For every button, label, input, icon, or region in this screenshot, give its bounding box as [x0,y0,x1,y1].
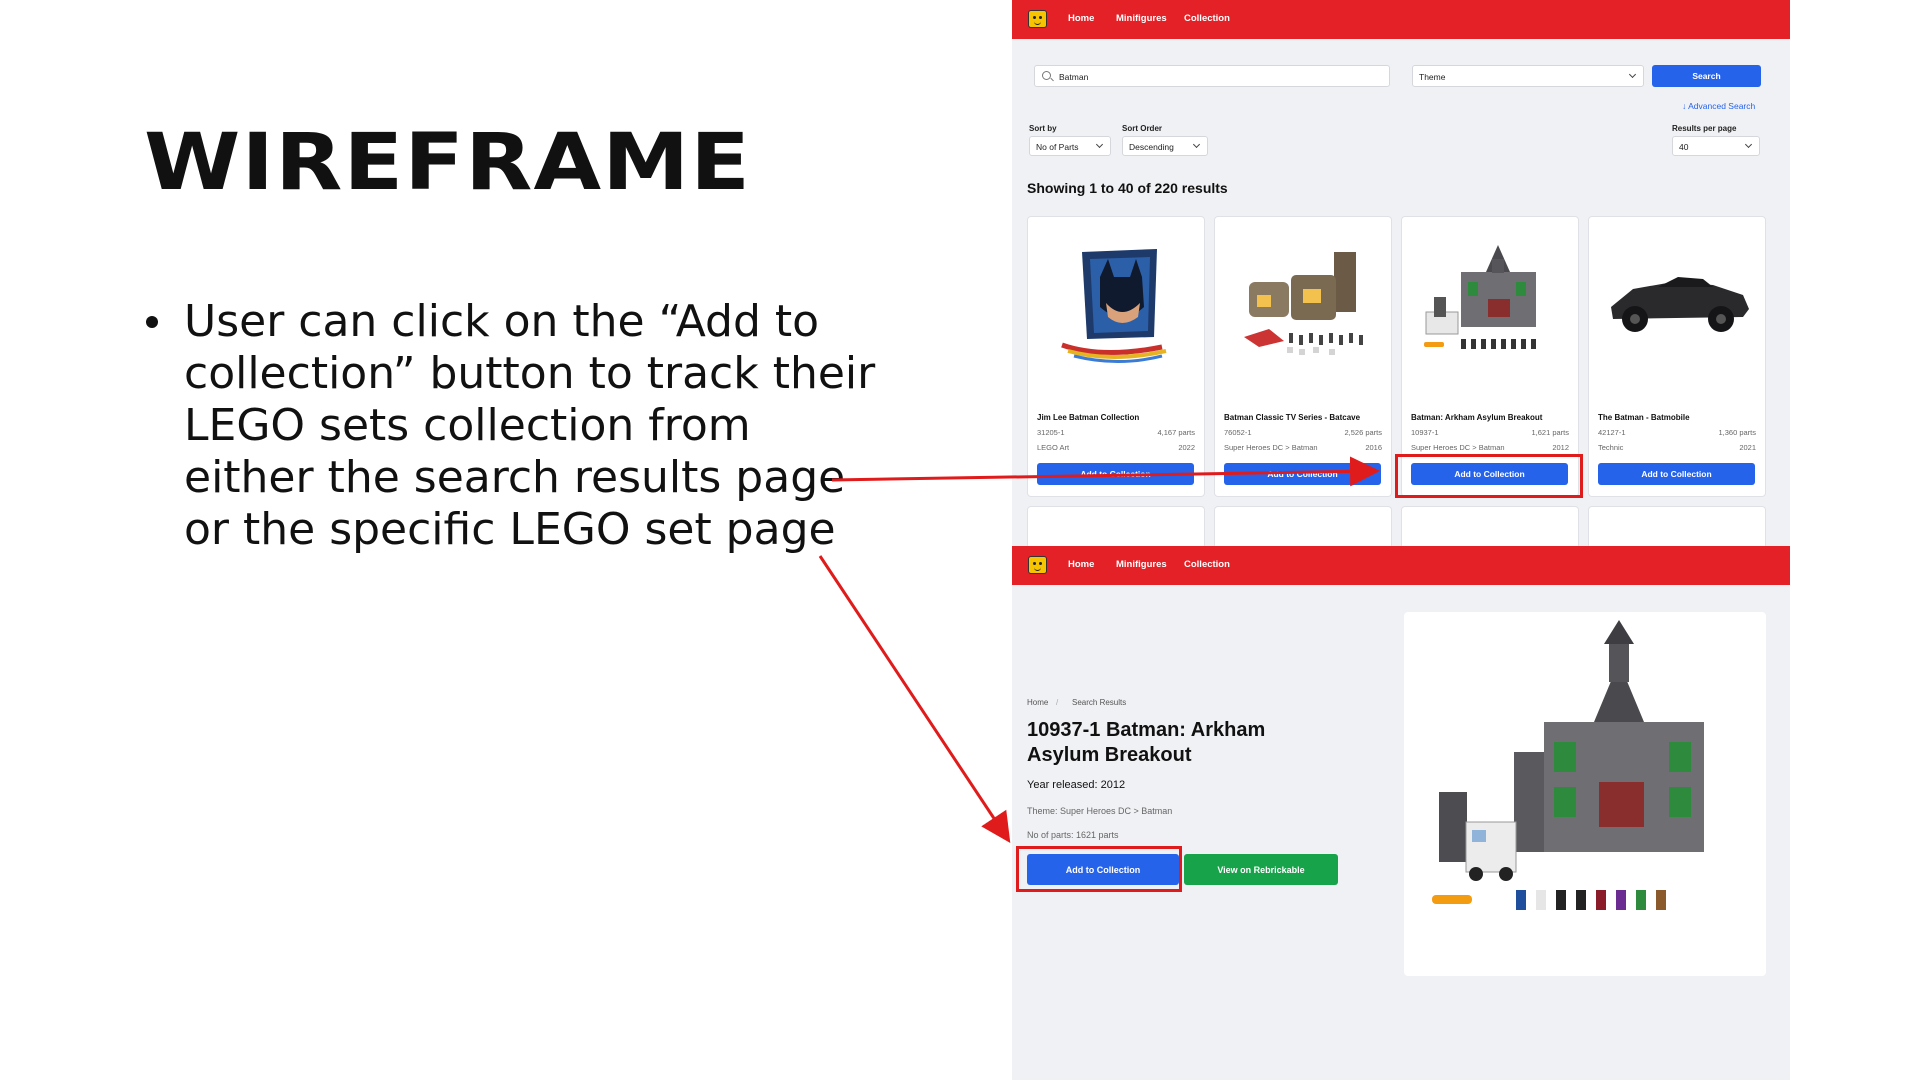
search-button[interactable]: Search [1652,65,1761,87]
nav-home[interactable]: Home [1068,559,1094,570]
chevron-down-icon [1628,70,1637,79]
card-title[interactable]: Jim Lee Batman Collection [1037,413,1139,422]
add-to-collection-button[interactable]: Add to Collection [1037,463,1194,485]
card-title[interactable]: Batman: Arkham Asylum Breakout [1411,413,1542,422]
set-image-batcave [1244,252,1363,355]
navbar: Home Minifigures Collection [1012,546,1790,585]
navbar: Home Minifigures Collection [1012,0,1790,39]
card-theme: Super Heroes DC > Batman [1224,443,1318,452]
nav-minifigures[interactable]: Minifigures [1116,13,1167,24]
result-card[interactable]: Jim Lee Batman Collection 31205-1 4,167 … [1027,216,1205,497]
breadcrumb-home[interactable]: Home [1027,698,1048,707]
bullet-dot [146,316,158,328]
search-input-value: Batman [1059,72,1089,82]
card-year: 2021 [1739,443,1756,452]
sort-order-label: Sort Order [1122,124,1163,133]
search-input[interactable]: Batman [1034,65,1390,87]
set-image-jim-lee-batman [1061,249,1167,363]
bullet-text: User can click on the “Add to collection… [184,296,876,555]
slide-title: WIREFRAME [144,118,752,208]
slide: WIREFRAME User can click on the “Add to … [0,0,1920,1080]
nav-collection[interactable]: Collection [1184,13,1230,24]
set-detail-screen: Home Minifigures Collection Home / Searc… [1012,546,1790,1080]
nav-home[interactable]: Home [1068,13,1094,24]
sort-by-label: Sort by [1029,124,1057,133]
product-image-card [1404,612,1766,976]
search-icon [1042,71,1051,80]
per-page-select[interactable]: 40 [1672,136,1760,156]
result-card[interactable] [1588,506,1766,546]
card-year: 2022 [1178,443,1195,452]
sort-order-select[interactable]: Descending [1122,136,1208,156]
result-card[interactable] [1401,506,1579,546]
parts-text: No of parts: 1621 parts [1027,830,1119,840]
nav-minifigures[interactable]: Minifigures [1116,559,1167,570]
highlight-box [1395,454,1583,498]
result-card[interactable]: Batman Classic TV Series - Batcave 76052… [1214,216,1392,497]
view-on-rebrickable-button[interactable]: View on Rebrickable [1184,854,1338,885]
card-parts: 1,621 parts [1531,428,1569,437]
card-set-number: 42127-1 [1598,428,1626,437]
card-set-number: 10937-1 [1411,428,1439,437]
sort-order-value: Descending [1129,142,1174,152]
card-parts: 1,360 parts [1718,428,1756,437]
lego-head-icon[interactable] [1028,556,1047,574]
per-page-label: Results per page [1672,124,1737,133]
breadcrumb-search-results[interactable]: Search Results [1072,698,1126,707]
lego-head-icon[interactable] [1028,10,1047,28]
search-results-screen: Home Minifigures Collection Batman Theme… [1012,0,1790,546]
set-image-arkham-asylum [1424,245,1536,349]
set-image-batmobile [1611,277,1749,332]
chevron-down-icon [1095,140,1104,149]
add-to-collection-button[interactable]: Add to Collection [1598,463,1755,485]
year-released: Year released: 2012 [1027,779,1126,791]
arrow-to-detail-button [818,555,1011,844]
nav-collection[interactable]: Collection [1184,559,1230,570]
chevron-down-icon [1744,140,1753,149]
card-year: 2016 [1365,443,1382,452]
minifigures [1516,890,1666,910]
add-to-collection-button[interactable]: Add to Collection [1224,463,1381,485]
card-set-number: 76052-1 [1224,428,1252,437]
card-theme: Technic [1598,443,1624,452]
result-card[interactable] [1214,506,1392,546]
card-year: 2012 [1552,443,1569,452]
highlight-box [1016,846,1182,892]
card-parts: 4,167 parts [1157,428,1195,437]
advanced-search-link[interactable]: ↓ Advanced Search [1682,101,1755,111]
card-title[interactable]: The Batman - Batmobile [1598,413,1690,422]
card-title[interactable]: Batman Classic TV Series - Batcave [1224,413,1360,422]
theme-select-value: Theme [1419,72,1446,82]
results-heading: Showing 1 to 40 of 220 results [1027,180,1228,196]
breadcrumb-separator: / [1056,698,1059,707]
result-card[interactable] [1027,506,1205,546]
result-card[interactable]: The Batman - Batmobile 42127-1 1,360 par… [1588,216,1766,497]
theme-text: Theme: Super Heroes DC > Batman [1027,806,1173,816]
sort-by-value: No of Parts [1036,142,1079,152]
chevron-down-icon [1192,140,1201,149]
card-theme: Super Heroes DC > Batman [1411,443,1505,452]
per-page-value: 40 [1679,142,1689,152]
page-title: 10937-1 Batman: Arkham Asylum Breakout [1027,719,1266,766]
sort-by-select[interactable]: No of Parts [1029,136,1111,156]
set-image-arkham-asylum [1432,620,1704,910]
card-set-number: 31205-1 [1037,428,1065,437]
theme-select[interactable]: Theme [1412,65,1644,87]
card-parts: 2,526 parts [1344,428,1382,437]
card-theme: LEGO Art [1037,443,1070,452]
